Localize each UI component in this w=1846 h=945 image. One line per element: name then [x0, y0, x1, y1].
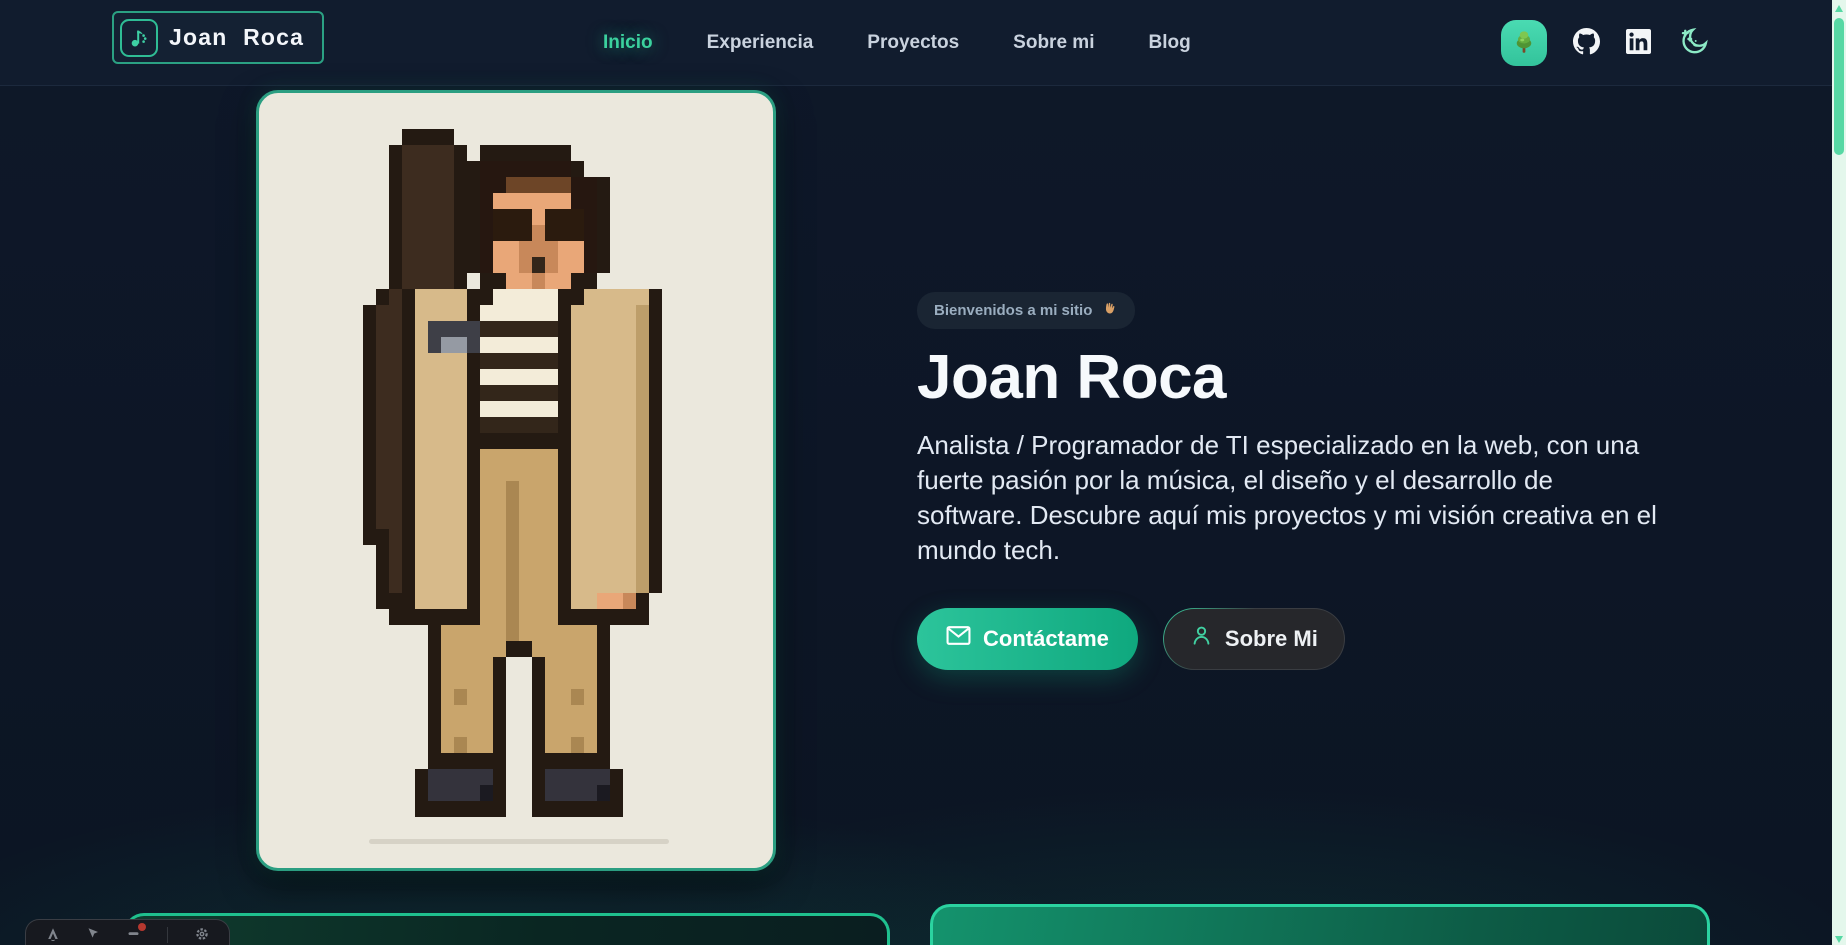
nav-item-experiencia[interactable]: Experiencia: [707, 32, 814, 54]
linktree-button[interactable]: [1501, 20, 1547, 66]
scrollbar-track[interactable]: [1832, 0, 1846, 945]
about-button[interactable]: Sobre Mi: [1163, 608, 1345, 670]
logo[interactable]: Joan Roca: [112, 11, 324, 64]
theme-toggle-button[interactable]: [1677, 25, 1710, 61]
main-nav: Inicio Experiencia Proyectos Sobre mi Bl…: [603, 0, 1191, 86]
nav-item-sobre-mi[interactable]: Sobre mi: [1013, 32, 1094, 54]
ground-shadow: [369, 839, 669, 844]
scrollbar-thumb[interactable]: [1834, 18, 1844, 155]
audit-icon[interactable]: [127, 927, 141, 940]
github-icon: [1573, 28, 1600, 58]
hero-title: Joan Roca: [917, 343, 1662, 414]
nav-item-proyectos[interactable]: Proyectos: [867, 32, 959, 54]
nav-item-inicio[interactable]: Inicio: [603, 32, 653, 54]
scrollbar-down-arrow-icon[interactable]: [1835, 936, 1843, 943]
welcome-badge: Bienvenidos a mi sitio: [917, 292, 1135, 329]
hero-description: Analista / Programador de TI especializa…: [917, 428, 1657, 568]
hero-buttons: Contáctame Sobre Mi: [917, 608, 1662, 670]
tree-avatar-icon: [1509, 27, 1539, 60]
site-header: Joan Roca Inicio Experiencia Proyectos S…: [0, 0, 1846, 86]
moon-stars-icon: [1677, 25, 1710, 61]
hero-content: Bienvenidos a mi sitio Joan Roca Analist…: [917, 292, 1662, 670]
inspect-icon[interactable]: [87, 927, 100, 940]
notification-dot: [138, 923, 146, 931]
envelope-icon: [946, 625, 971, 652]
music-note-icon: [120, 19, 158, 57]
about-button-label: Sobre Mi: [1225, 626, 1318, 652]
linkedin-link[interactable]: [1626, 29, 1651, 57]
avatar-card: [256, 90, 776, 871]
waving-hand-icon: [1101, 300, 1118, 321]
contact-button-label: Contáctame: [983, 626, 1109, 652]
toolbar-divider: [167, 927, 168, 943]
welcome-badge-text: Bienvenidos a mi sitio: [934, 302, 1092, 319]
person-icon: [1190, 624, 1213, 653]
astro-logo-icon[interactable]: [46, 927, 60, 941]
bottom-card-right: [930, 904, 1710, 945]
bottom-card-left: [124, 913, 890, 945]
linkedin-icon: [1626, 29, 1651, 57]
settings-icon[interactable]: [195, 927, 209, 941]
nav-item-blog[interactable]: Blog: [1148, 32, 1190, 54]
scrollbar-up-arrow-icon[interactable]: [1835, 5, 1843, 12]
github-link[interactable]: [1573, 28, 1600, 58]
contact-button[interactable]: Contáctame: [917, 608, 1138, 670]
logo-text: Joan Roca: [169, 24, 304, 51]
dev-toolbar: [25, 919, 230, 945]
portfolio-page: Joan Roca Inicio Experiencia Proyectos S…: [0, 0, 1846, 945]
pixel-art-avatar: [285, 113, 753, 849]
header-actions: [1501, 0, 1710, 86]
